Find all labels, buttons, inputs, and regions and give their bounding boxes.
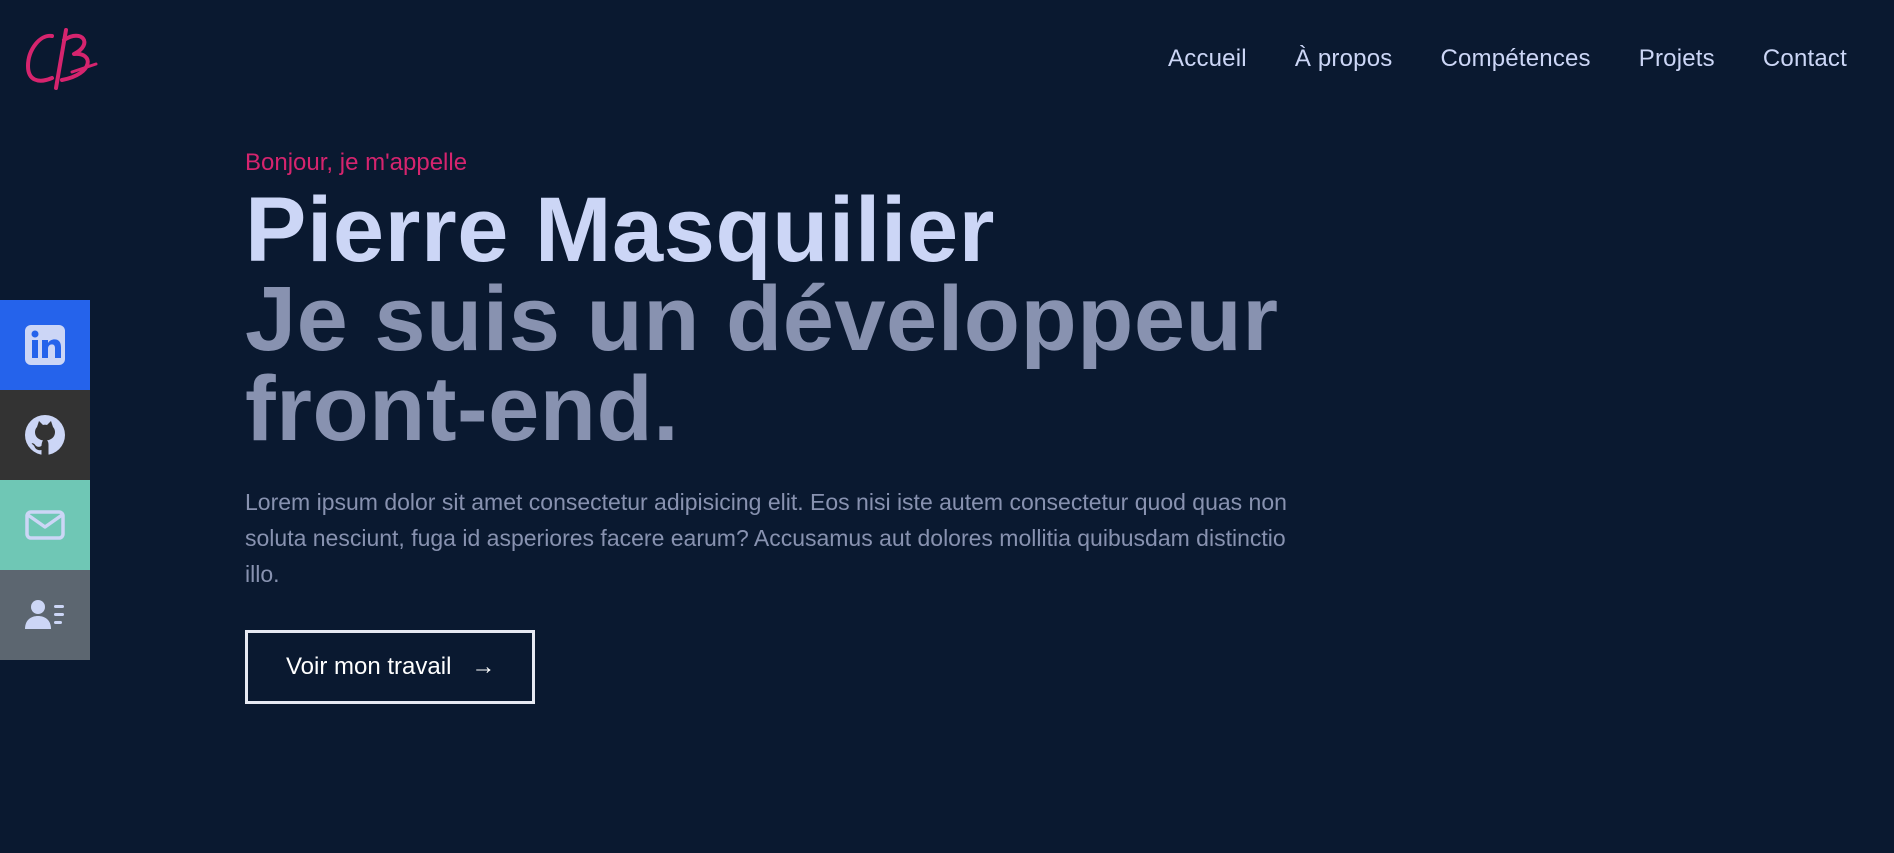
page: Accueil À propos Compétences Projets Con…	[0, 0, 1894, 853]
nav-a-propos[interactable]: À propos	[1295, 44, 1393, 74]
nav-competences[interactable]: Compétences	[1440, 44, 1590, 74]
arrow-right-icon: →	[471, 653, 496, 680]
hero-description: Lorem ipsum dolor sit amet consectetur a…	[245, 489, 1287, 587]
nav-projets[interactable]: Projets	[1639, 44, 1715, 74]
mail-icon	[25, 510, 65, 540]
view-work-label: Voir mon travail	[286, 653, 452, 680]
mail-link[interactable]	[0, 480, 90, 570]
github-icon	[25, 415, 65, 455]
logo[interactable]	[22, 22, 102, 94]
nav-accueil[interactable]: Accueil	[1168, 44, 1247, 74]
greeting: Bonjour, je m'appelle	[245, 149, 468, 176]
logo-icon	[25, 28, 98, 90]
view-work-button[interactable]: Voir mon travail →	[245, 630, 536, 704]
contact-card-link[interactable]	[0, 570, 90, 660]
linkedin-icon	[25, 325, 65, 365]
social-sidebar	[0, 300, 90, 660]
nav-contact[interactable]: Contact	[1763, 44, 1847, 74]
hero-name: Pierre Masquilier	[245, 179, 995, 281]
contact-card-icon	[25, 600, 64, 629]
main-nav: Accueil À propos Compétences Projets Con…	[1120, 44, 1847, 74]
linkedin-link[interactable]	[0, 300, 90, 390]
hero-tagline: Je suis un développeur front-end.	[245, 268, 1279, 460]
github-link[interactable]	[0, 390, 90, 480]
hero-section: Bonjour, je m'appelle Pierre Masquilier …	[245, 148, 1545, 704]
